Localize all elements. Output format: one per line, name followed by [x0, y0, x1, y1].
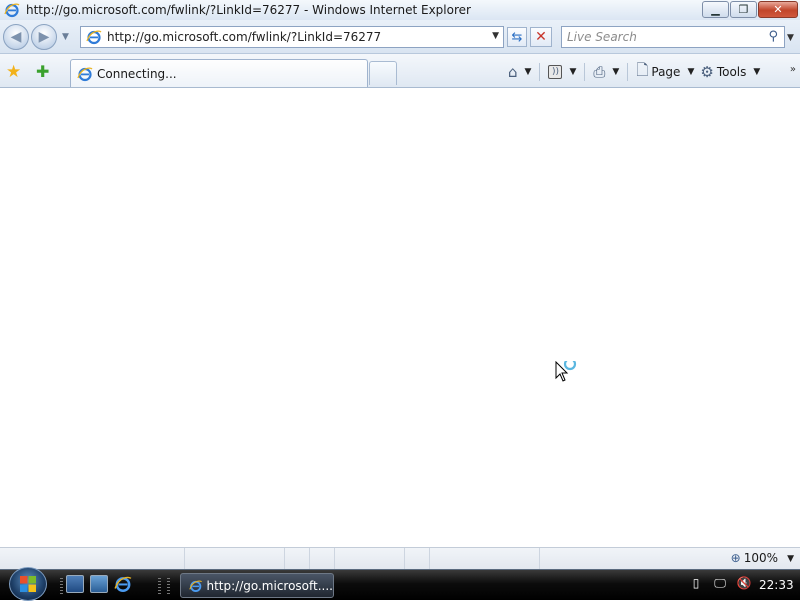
zoom-level: 100% [743, 551, 778, 565]
rss-feed-icon: )) [548, 65, 563, 79]
stop-icon: ✕ [535, 29, 547, 45]
window-controls: ▁ ❐ ✕ [702, 1, 798, 18]
refresh-button[interactable]: ⇆ [507, 27, 527, 47]
home-dropdown-icon[interactable]: ▼ [525, 67, 532, 77]
forward-arrow-icon: ▶ [38, 29, 50, 45]
feeds-button[interactable]: )) ▼ [545, 61, 579, 83]
search-box[interactable]: ⚲ [561, 26, 785, 48]
forward-button[interactable]: ▶ [31, 24, 57, 50]
printer-icon: ⎙ [593, 63, 606, 81]
taskbar-item-ie[interactable]: http://go.microsoft.... [180, 573, 334, 598]
minimize-icon: ▁ [711, 3, 720, 16]
search-options-dropdown[interactable]: ▼ [787, 33, 794, 43]
home-icon: ⌂ [508, 63, 518, 81]
tray-security-icon[interactable]: ▯ [688, 575, 704, 591]
separator [627, 63, 629, 81]
command-buttons: ⌂ ▼ )) ▼ ⎙ ▼ 🗋 Page ▼ ⚙ Tools ▼ [505, 61, 763, 83]
back-button[interactable]: ◀ [3, 24, 29, 50]
address-toolbar: ◀ ▶ ▼ http://go.microsoft.com/fwlink/?Li… [0, 20, 800, 54]
feeds-dropdown-icon[interactable]: ▼ [569, 67, 576, 77]
taskbar-grip [60, 578, 63, 594]
show-desktop-icon[interactable] [66, 575, 84, 593]
tab-label: Connecting... [97, 66, 177, 81]
refresh-icon: ⇆ [511, 29, 523, 45]
system-tray: ▯ 🖵 🔇 [688, 575, 752, 591]
ie-quicklaunch-icon[interactable] [114, 575, 132, 593]
print-dropdown-icon[interactable]: ▼ [612, 67, 619, 77]
quick-launch [66, 575, 132, 593]
tab-current[interactable]: Connecting... [70, 59, 368, 87]
search-icon[interactable]: ⚲ [768, 29, 778, 44]
command-toolbar: ★ ✚ Connecting... ⌂ ▼ )) ▼ ⎙ ▼ 🗋 Page ▼ [0, 54, 800, 88]
network-icon[interactable]: 🖵 [712, 575, 728, 591]
zoom-icon: ⊕ [730, 551, 741, 565]
favorites-star-icon[interactable]: ★ [6, 62, 21, 82]
stop-button[interactable]: ✕ [530, 27, 552, 47]
gear-icon: ⚙ [700, 63, 714, 81]
status-pane [285, 548, 310, 569]
status-text-pane [0, 548, 185, 569]
more-commands-chevron-icon[interactable]: » [790, 64, 796, 75]
tools-dropdown-icon: ▼ [753, 67, 761, 77]
address-bar[interactable]: http://go.microsoft.com/fwlink/?LinkId=7… [80, 26, 504, 48]
tab-ie-icon [77, 67, 93, 81]
status-pane [185, 548, 285, 569]
tools-menu-button[interactable]: ⚙ Tools ▼ [697, 61, 763, 83]
page-menu-label: Page [651, 65, 681, 79]
page-icon: 🗋 [636, 60, 649, 79]
add-favorites-icon[interactable]: ✚ [36, 62, 49, 81]
zoom-control[interactable]: ⊕ 100% [731, 551, 778, 565]
page-ie-icon [86, 30, 102, 45]
separator [584, 63, 586, 81]
home-button[interactable]: ⌂ ▼ [505, 61, 534, 83]
minimize-button[interactable]: ▁ [702, 1, 729, 18]
status-pane [335, 548, 405, 569]
clock[interactable]: 22:33 [759, 578, 794, 592]
ie-task-icon [189, 580, 203, 592]
address-url[interactable]: http://go.microsoft.com/fwlink/?LinkId=7… [107, 30, 381, 44]
address-dropdown-icon[interactable]: ▼ [492, 31, 499, 41]
back-arrow-icon: ◀ [10, 29, 22, 45]
maximize-button[interactable]: ❐ [730, 1, 757, 18]
title-bar: http://go.microsoft.com/fwlink/?LinkId=7… [0, 0, 800, 20]
status-pane [310, 548, 335, 569]
close-button[interactable]: ✕ [758, 1, 798, 18]
search-input[interactable] [567, 30, 752, 44]
tools-menu-label: Tools [716, 65, 747, 79]
security-zone-pane [430, 548, 540, 569]
start-button[interactable] [9, 567, 47, 601]
zoom-dropdown-icon[interactable]: ▼ [787, 554, 794, 564]
switch-windows-icon[interactable] [90, 575, 108, 593]
status-bar: ⊕ 100% ▼ [0, 547, 800, 569]
restore-icon: ❐ [738, 3, 749, 16]
page-dropdown-icon: ▼ [687, 67, 695, 77]
new-tab-button[interactable] [369, 61, 397, 85]
taskbar-grip [167, 578, 170, 594]
separator [539, 63, 541, 81]
window-title: http://go.microsoft.com/fwlink/?LinkId=7… [26, 3, 471, 17]
close-icon: ✕ [773, 3, 783, 16]
volume-muted-icon[interactable]: 🔇 [736, 575, 752, 591]
windows-logo-icon [20, 576, 36, 592]
print-button[interactable]: ⎙ ▼ [590, 61, 622, 83]
status-pane [405, 548, 430, 569]
busy-cursor-icon [555, 361, 577, 382]
taskbar-item-label: http://go.microsoft.... [206, 578, 333, 593]
page-menu-button[interactable]: 🗋 Page ▼ [633, 61, 697, 83]
recent-pages-dropdown[interactable]: ▼ [62, 32, 69, 42]
taskbar: http://go.microsoft.... ▯ 🖵 🔇 22:33 [0, 567, 800, 601]
ie-logo-icon [4, 3, 20, 18]
page-content[interactable] [0, 89, 800, 547]
taskbar-grip [158, 578, 161, 594]
